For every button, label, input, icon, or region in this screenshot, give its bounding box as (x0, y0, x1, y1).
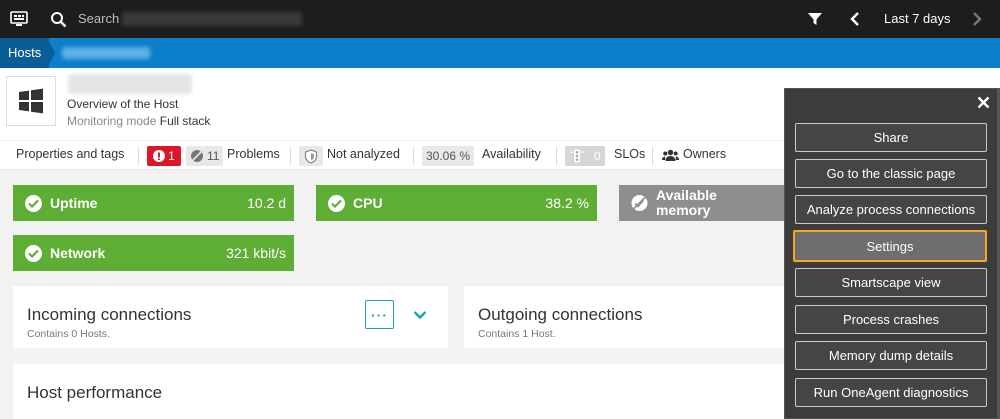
network-label: Network (50, 245, 106, 261)
slo-badge[interactable]: 0 (565, 146, 605, 166)
windows-icon (6, 76, 56, 126)
uptime-tile[interactable]: Uptime 10.2 d (13, 185, 294, 221)
host-performance-title: Host performance (27, 383, 163, 402)
open-problems-count: 1 (168, 149, 175, 163)
time-range-selector[interactable]: Last 7 days (884, 11, 951, 26)
analyze-process-connections-button[interactable]: Analyze process connections (795, 195, 987, 224)
outgoing-connections-title: Outgoing connections (478, 305, 643, 324)
open-problems-badge[interactable]: 1 (147, 146, 181, 166)
smartscape-view-button[interactable]: Smartscape view (795, 268, 987, 297)
uptime-label: Uptime (50, 195, 98, 211)
breadcrumb-hosts[interactable]: Hosts (0, 38, 50, 68)
process-crashes-button[interactable]: Process crashes (795, 305, 987, 334)
slo-count: 0 (594, 149, 601, 163)
check-icon (328, 194, 345, 212)
divider (556, 147, 557, 165)
traffic-light-icon (570, 149, 584, 163)
search-input[interactable]: Search (78, 11, 119, 26)
problem-closed-icon (191, 150, 203, 162)
availability-value: 30.06 % (426, 149, 471, 163)
divider (652, 147, 653, 165)
divider (413, 147, 414, 165)
network-tile[interactable]: Network 321 kbit/s (13, 235, 294, 271)
share-button[interactable]: Share (795, 123, 987, 152)
classic-page-button[interactable]: Go to the classic page (795, 159, 987, 188)
host-subtitle: Overview of the Host (67, 97, 179, 111)
availability-label[interactable]: Availability (482, 147, 541, 161)
cpu-label: CPU (353, 195, 383, 211)
problems-label[interactable]: Problems (227, 147, 280, 161)
available-memory-label-line2: memory (656, 202, 711, 218)
uptime-value: 10.2 d (247, 195, 286, 211)
properties-and-tags-link[interactable]: Properties and tags (16, 147, 124, 161)
available-memory-label-line1: Available (656, 187, 717, 203)
cpu-tile[interactable]: CPU 38.2 % (316, 185, 597, 221)
top-bar: Search Last 7 days (0, 0, 1000, 38)
outgoing-connections-sub: Contains 1 Host. (478, 328, 556, 340)
divider (290, 147, 291, 165)
availability-badge[interactable]: 30.06 % (422, 146, 475, 166)
monitoring-mode-label: Monitoring mode (67, 114, 157, 128)
available-memory-label: Available memory (656, 188, 776, 218)
search-redacted (122, 12, 302, 26)
breadcrumb-separator (47, 38, 55, 68)
check-icon (25, 244, 42, 262)
search-icon[interactable] (49, 10, 67, 28)
breadcrumb-host-redacted[interactable] (62, 47, 150, 59)
owners-link[interactable]: Owners (683, 147, 726, 161)
chevron-right-icon[interactable] (968, 10, 986, 28)
cpu-value: 38.2 % (545, 195, 589, 211)
chevron-left-icon[interactable] (846, 10, 864, 28)
breadcrumb: Hosts (0, 38, 1000, 68)
more-options-button[interactable]: ··· (365, 300, 394, 329)
monitoring-mode-value: Full stack (159, 114, 211, 128)
closed-problems-count: 11 (207, 149, 220, 163)
filter-icon[interactable] (806, 10, 824, 28)
check-icon (25, 194, 42, 212)
memory-dump-details-button[interactable]: Memory dump details (795, 341, 987, 370)
monitoring-mode: Monitoring mode Full stack (67, 114, 210, 128)
not-analyzed-icon (631, 194, 648, 212)
alert-icon (153, 150, 166, 162)
incoming-connections-title: Incoming connections (27, 305, 192, 324)
divider (138, 147, 139, 165)
settings-button[interactable]: Settings (793, 230, 987, 262)
network-value: 321 kbit/s (226, 245, 286, 261)
chevron-down-icon[interactable] (408, 303, 432, 327)
slos-label[interactable]: SLOs (614, 147, 645, 161)
host-name-redacted (68, 74, 192, 94)
available-memory-tile[interactable]: Available memory (619, 185, 784, 221)
not-analyzed-label[interactable]: Not analyzed (327, 147, 400, 161)
owners-icon (662, 149, 679, 167)
close-icon[interactable] (975, 94, 991, 110)
incoming-connections-sub: Contains 0 Hosts. (27, 328, 110, 340)
closed-problems-badge[interactable]: 11 (186, 146, 224, 166)
shield-icon (299, 146, 323, 166)
run-oneagent-diagnostics-button[interactable]: Run OneAgent diagnostics (795, 378, 987, 407)
menu-grid-icon[interactable] (9, 10, 29, 28)
